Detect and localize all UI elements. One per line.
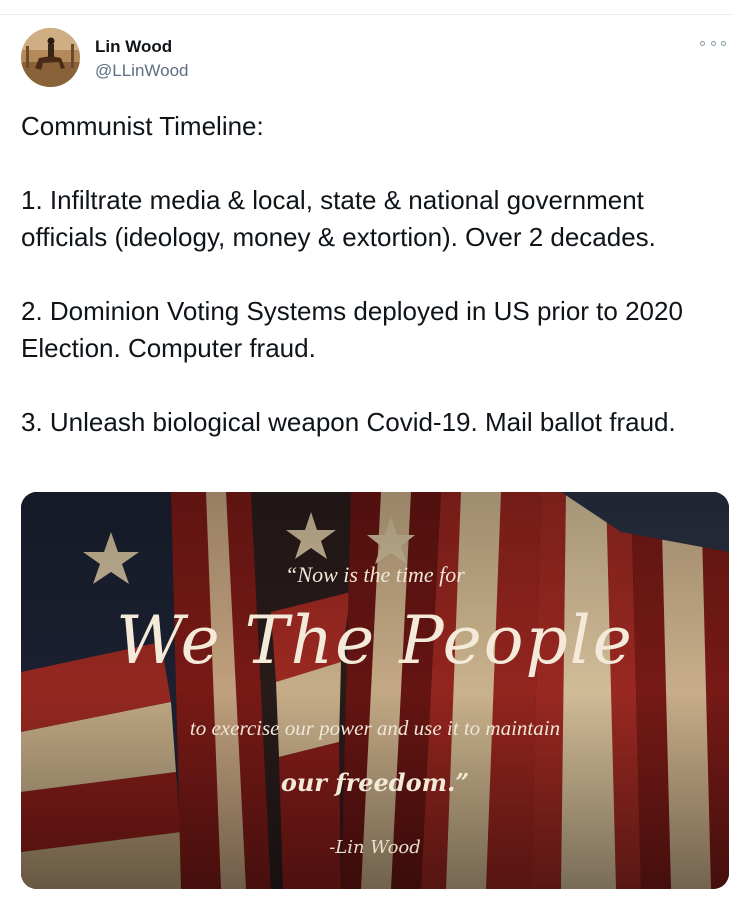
tweet-paragraph: 3. Unleash biological weapon Covid-19. M… [21,407,676,437]
author-name[interactable]: Lin Wood [95,37,172,57]
flag-background [21,492,729,889]
tweet-text: Communist Timeline: 1. Infiltrate media … [21,108,727,441]
quote-signature: -Lin Wood [329,837,421,858]
quote-line-middle: to exercise our power and use it to main… [189,716,561,740]
author-handle[interactable]: @LLinWood [95,61,189,81]
more-options-icon[interactable] [700,36,726,50]
tweet-paragraph: 1. Infiltrate media & local, state & nat… [21,185,656,252]
avatar[interactable] [21,28,80,87]
avatar-horse-rider-icon [21,28,80,87]
tweet-paragraph: Communist Timeline: [21,111,264,141]
quote-line-end: our freedom.” [280,768,470,797]
quote-headline: We The People [116,602,634,679]
quote-line-top: “Now is the time for [285,562,465,587]
top-divider [0,14,733,15]
tweet-paragraph: 2. Dominion Voting Systems deployed in U… [21,296,683,363]
tweet-media-image[interactable]: “Now is the time for We The People to ex… [21,492,729,889]
